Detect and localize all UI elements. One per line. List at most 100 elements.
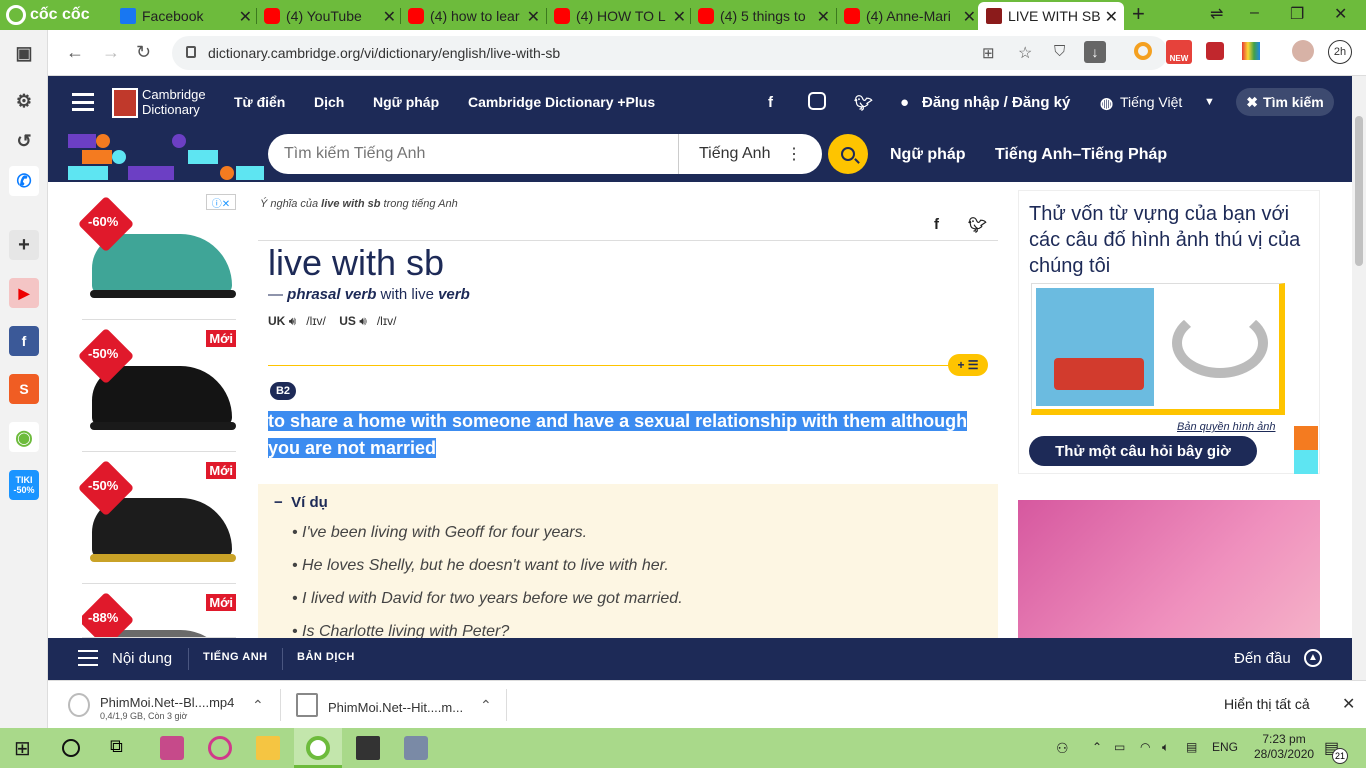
tab-anne-marie[interactable]: (4) Anne-Mari ✕ — [836, 2, 982, 30]
close-tab-icon[interactable]: ✕ — [239, 7, 252, 27]
nav-grammar[interactable]: Ngữ pháp — [373, 94, 439, 110]
facebook-icon[interactable]: f — [9, 326, 39, 356]
cambridge-crest-logo[interactable] — [112, 88, 138, 118]
close-tab-icon[interactable]: ✕ — [817, 7, 830, 27]
close-tab-icon[interactable]: ✕ — [383, 7, 396, 27]
login-link[interactable]: Đăng nhập / Đăng ký — [922, 94, 1070, 111]
windows-start-icon[interactable]: ⊞ — [14, 736, 38, 760]
quiz-start-button[interactable]: Thử một câu hỏi bây giờ — [1029, 436, 1257, 466]
us-audio-icon[interactable]: 🔊︎ — [359, 314, 367, 328]
url-field[interactable]: dictionary.cambridge.org/vi/dictionary/e… — [172, 36, 1168, 70]
close-tab-icon[interactable]: ✕ — [963, 7, 976, 27]
tab-how-to[interactable]: (4) HOW TO L ✕ — [546, 2, 692, 30]
app-icon[interactable] — [404, 736, 428, 760]
new-extension-icon[interactable]: NEW — [1166, 40, 1192, 64]
download-item[interactable]: PhimMoi.Net--Bl....mp4 0,4/1,9 GB, Còn 3… — [52, 687, 272, 723]
english-french-link[interactable]: Tiếng Anh–Tiếng Pháp — [995, 146, 1167, 164]
minimize-icon[interactable]: – — [1250, 4, 1259, 22]
tab-how-to-learn[interactable]: (4) how to lear ✕ — [400, 2, 546, 30]
download-item[interactable]: PhimMoi.Net--Hit....m... ⌃ — [280, 687, 500, 723]
battery-icon[interactable]: ▭ — [1114, 740, 1125, 754]
coccoc-icon[interactable]: ◉ — [9, 422, 39, 452]
tab-live-with-sb[interactable]: LIVE WITH SB ✕ — [978, 2, 1124, 30]
translate-icon[interactable]: ⊞ — [982, 44, 995, 62]
forward-icon[interactable]: → — [102, 42, 120, 63]
shoe-ad[interactable]: -60% ⓘ✕ — [77, 194, 236, 320]
nav-plus[interactable]: Cambridge Dictionary +Plus — [468, 94, 655, 110]
instagram-icon[interactable] — [808, 92, 826, 110]
tab-english[interactable]: TIẾNG ANH — [203, 651, 268, 663]
nav-translate[interactable]: Dịch — [314, 94, 344, 110]
tiki-icon[interactable]: TIKI -50% — [9, 470, 39, 500]
language-indicator[interactable]: ENG — [1212, 740, 1238, 754]
add-icon[interactable]: + — [9, 230, 39, 260]
search-icon[interactable] — [62, 739, 80, 757]
tab-5-things[interactable]: (4) 5 things to ✕ — [690, 2, 836, 30]
vertical-scrollbar[interactable] — [1352, 76, 1366, 680]
tab-facebook[interactable]: Facebook ✕ — [112, 2, 258, 30]
app-icon[interactable] — [208, 736, 232, 760]
more-options-icon[interactable]: ⋮ — [786, 144, 802, 164]
site-logo[interactable]: Cambridge Dictionary — [142, 87, 206, 117]
youtube-icon[interactable]: ▶ — [9, 278, 39, 308]
coccoc-logo[interactable]: cốc cốc — [6, 4, 90, 26]
tab-translation[interactable]: BẢN DỊCH — [297, 651, 355, 663]
search-button[interactable] — [828, 134, 868, 174]
arrow-up-icon[interactable]: ▲ — [1304, 649, 1322, 667]
extension-coccoc-icon[interactable] — [1134, 42, 1152, 60]
image-credits-link[interactable]: Bản quyền hình ảnh — [1177, 421, 1275, 433]
quiz-image[interactable] — [1031, 283, 1285, 415]
new-tab-button[interactable]: + — [1132, 1, 1145, 27]
avatar[interactable] — [1292, 40, 1314, 62]
search-input[interactable] — [284, 143, 664, 165]
uk-audio-icon[interactable]: 🔊︎ — [289, 314, 297, 328]
menu-icon[interactable] — [78, 650, 98, 666]
extension-grid-icon[interactable] — [1242, 42, 1260, 60]
close-tab-icon[interactable]: ✕ — [673, 7, 686, 27]
advertisement[interactable] — [1018, 500, 1320, 640]
show-all-downloads-link[interactable]: Hiển thị tất cả — [1224, 696, 1310, 712]
shoe-ad[interactable]: -50% Mới — [77, 458, 236, 584]
tab-youtube[interactable]: (4) YouTube ✕ — [256, 2, 402, 30]
back-icon[interactable]: ← — [66, 42, 84, 63]
close-icon[interactable]: ✕ — [1342, 694, 1355, 714]
back-to-top-link[interactable]: Đến đầu — [1234, 650, 1291, 667]
close-tab-icon[interactable]: ✕ — [1105, 7, 1118, 27]
star-icon[interactable]: ☆ — [1018, 43, 1032, 63]
shield-icon[interactable]: ⛉ — [1054, 43, 1065, 60]
sidebar-toggle-icon[interactable]: ▣ — [9, 38, 39, 68]
contents-link[interactable]: Nội dung — [112, 650, 172, 667]
people-icon[interactable]: ⚇ — [1056, 740, 1069, 757]
menu-icon[interactable] — [72, 93, 94, 111]
app-icon[interactable] — [356, 736, 380, 760]
wifi-icon[interactable]: ◠ — [1140, 740, 1150, 754]
close-window-icon[interactable]: ✕ — [1334, 4, 1347, 24]
chevron-up-icon[interactable]: ⌃ — [480, 697, 492, 714]
keyboard-icon[interactable]: ▤ — [1186, 740, 1197, 754]
close-tab-icon[interactable]: ✕ — [527, 7, 540, 27]
twitter-share-icon[interactable]: 🐦︎ — [968, 216, 987, 234]
chevron-up-icon[interactable]: ⌃ — [1092, 740, 1102, 754]
tab-search-icon[interactable]: ⇌ — [1210, 4, 1223, 24]
task-view-icon[interactable]: ⧉ — [110, 736, 134, 760]
shopee-icon[interactable]: S — [9, 374, 39, 404]
grammar-link[interactable]: Ngữ pháp — [890, 146, 966, 164]
add-to-wordlist-button[interactable]: + ☰ — [948, 354, 988, 376]
scrollbar-thumb[interactable] — [1355, 116, 1363, 266]
twitter-icon[interactable]: 🐦︎ — [854, 94, 873, 112]
search-toggle-button[interactable]: ✖ Tìm kiếm — [1236, 88, 1334, 116]
nav-dictionary[interactable]: Từ điển — [234, 94, 285, 110]
gear-icon[interactable]: ⚙ — [9, 86, 39, 116]
history-icon[interactable]: ↺ — [9, 126, 39, 156]
extension-red-icon[interactable] — [1206, 42, 1224, 60]
volume-icon[interactable]: 🔈︎ — [1162, 740, 1169, 755]
adchoices-icon[interactable]: ⓘ✕ — [206, 194, 236, 210]
file-explorer-icon[interactable] — [256, 736, 280, 760]
profile-timer[interactable]: 2h — [1328, 40, 1352, 64]
shoe-ad[interactable]: -50% Mới — [77, 326, 236, 452]
reload-icon[interactable]: ↻ — [136, 42, 151, 63]
download-icon[interactable]: ↓ — [1084, 41, 1106, 63]
messenger-icon[interactable]: ✆ — [9, 166, 39, 196]
language-select[interactable]: Tiếng Việt — [1120, 94, 1182, 110]
app-icon[interactable] — [160, 736, 184, 760]
